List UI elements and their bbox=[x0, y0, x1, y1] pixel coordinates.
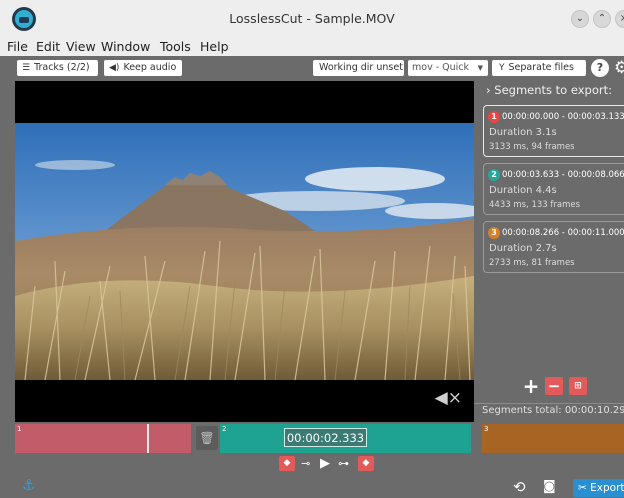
scissors-icon: ✂ bbox=[578, 482, 587, 494]
jump-cut-start-icon[interactable]: ⊸ bbox=[301, 456, 310, 471]
maximize-button[interactable]: ⌃ bbox=[593, 10, 611, 28]
keep-audio-button[interactable]: ◀) Keep audio bbox=[104, 60, 182, 76]
top-toolbar: ☰ Tracks (2/2) ◀) Keep audio Working dir u… bbox=[0, 56, 624, 81]
segment-item-1[interactable]: 1 00:00:00.000 - 00:00:03.133 Duration 3.… bbox=[483, 105, 624, 157]
segment-number: 1 bbox=[488, 111, 500, 123]
format-select[interactable]: mov - Quick ▼ bbox=[408, 60, 488, 76]
menu-edit[interactable]: Edit bbox=[36, 38, 60, 56]
menu-window[interactable]: Window bbox=[101, 38, 150, 56]
menu-help[interactable]: Help bbox=[200, 38, 229, 56]
segments-panel: › Segments to export: 1 00:00:00.000 - 00… bbox=[474, 81, 624, 422]
segment-detail: 3133 ms, 94 frames bbox=[489, 142, 575, 152]
segment-detail: 4433 ms, 133 frames bbox=[489, 200, 581, 210]
timeline-segment-label: 3 bbox=[484, 425, 489, 433]
working-dir-button[interactable]: Working dir unset bbox=[313, 60, 404, 76]
chevron-down-icon: ▼ bbox=[477, 64, 483, 72]
segment-number: 3 bbox=[488, 227, 500, 239]
video-player[interactable]: ◀× bbox=[15, 81, 474, 422]
segment-detail: 2733 ms, 81 frames bbox=[489, 258, 575, 268]
app-window: LosslessCut - Sample.MOV ⌄ ⌃ × File Edit… bbox=[0, 0, 624, 498]
export-label: Export bbox=[590, 482, 624, 494]
menu-bar: File Edit View Window Tools Help bbox=[0, 38, 624, 56]
working-dir-label: Working dir unset bbox=[319, 62, 403, 73]
play-icon[interactable]: ▶ bbox=[320, 456, 330, 471]
segment-range: 00:00:00.000 - 00:00:03.133 bbox=[502, 112, 624, 122]
split-segment-button[interactable]: ⊞ bbox=[569, 377, 587, 395]
window-title: LosslessCut - Sample.MOV bbox=[229, 11, 395, 26]
menu-file[interactable]: File bbox=[7, 38, 28, 56]
timeline-segment-3[interactable]: 3 bbox=[482, 424, 624, 453]
current-time-display[interactable]: 00:00:02.333 bbox=[284, 428, 367, 447]
segment-range: 00:00:08.266 - 00:00:11.000 bbox=[502, 228, 624, 238]
segments-total-value: 00:00:10.299 bbox=[564, 405, 624, 416]
segment-item-2[interactable]: 2 00:00:03.633 - 00:00:08.066 Duration 4.… bbox=[483, 163, 624, 215]
playback-controls: ◆ ⊸ ▶ ⊶ ◆ ⚓ ⟲ ◙ ✂ Export bbox=[0, 454, 624, 498]
set-cut-start-button[interactable]: ◆ bbox=[279, 456, 295, 471]
tracks-label: Tracks (2/2) bbox=[34, 62, 90, 73]
separate-files-button[interactable]: Y Separate files bbox=[492, 60, 586, 76]
timeline-segment-1[interactable]: 1 bbox=[15, 424, 191, 453]
fork-icon: Y bbox=[499, 63, 505, 73]
menu-view[interactable]: View bbox=[66, 38, 96, 56]
help-label: ? bbox=[596, 61, 604, 74]
segments-panel-title: › Segments to export: bbox=[486, 83, 612, 97]
playhead[interactable] bbox=[147, 424, 149, 453]
segments-total: Segments total: 00:00:10.299 bbox=[482, 405, 624, 416]
trash-icon[interactable]: 🗑 bbox=[196, 426, 218, 450]
segment-duration: Duration 2.7s bbox=[489, 243, 557, 254]
keep-audio-label: Keep audio bbox=[123, 62, 177, 73]
help-button[interactable]: ? bbox=[591, 59, 609, 77]
jump-cut-end-icon[interactable]: ⊶ bbox=[338, 456, 349, 471]
rotate-icon[interactable]: ⟲ bbox=[513, 478, 526, 496]
segment-item-3[interactable]: 3 00:00:08.266 - 00:00:11.000 Duration 2.… bbox=[483, 221, 624, 273]
anchor-icon[interactable]: ⚓ bbox=[22, 476, 35, 494]
segment-range: 00:00:03.633 - 00:00:08.066 bbox=[502, 170, 624, 180]
add-segment-button[interactable]: + bbox=[522, 376, 540, 396]
segment-number: 2 bbox=[488, 169, 500, 181]
title-bar: LosslessCut - Sample.MOV ⌄ ⌃ × bbox=[0, 0, 624, 38]
timeline-segment-label: 2 bbox=[222, 425, 227, 433]
mute-icon[interactable]: ◀× bbox=[435, 388, 462, 408]
tracks-button[interactable]: ☰ Tracks (2/2) bbox=[17, 60, 98, 76]
video-frame bbox=[15, 81, 474, 422]
remove-segment-button[interactable]: − bbox=[545, 377, 563, 395]
format-select-value: mov - Quick bbox=[412, 62, 470, 73]
segment-duration: Duration 4.4s bbox=[489, 185, 557, 196]
export-button[interactable]: ✂ Export bbox=[573, 479, 624, 497]
timeline-segment-label: 1 bbox=[17, 425, 22, 433]
menu-tools[interactable]: Tools bbox=[160, 38, 191, 56]
speaker-icon: ◀) bbox=[109, 63, 120, 73]
timeline[interactable]: 1 🗑 2 3 00:00:02.333 bbox=[0, 422, 624, 454]
segment-duration: Duration 3.1s bbox=[489, 127, 557, 138]
set-cut-end-button[interactable]: ◆ bbox=[358, 456, 374, 471]
list-icon: ☰ bbox=[22, 63, 31, 73]
camera-icon[interactable]: ◙ bbox=[543, 479, 556, 494]
separate-files-label: Separate files bbox=[508, 62, 574, 73]
gear-icon[interactable]: ⚙ bbox=[614, 58, 624, 78]
minimize-button[interactable]: ⌄ bbox=[571, 10, 589, 28]
chevron-right-icon: › bbox=[486, 83, 491, 97]
panel-divider bbox=[474, 403, 624, 404]
